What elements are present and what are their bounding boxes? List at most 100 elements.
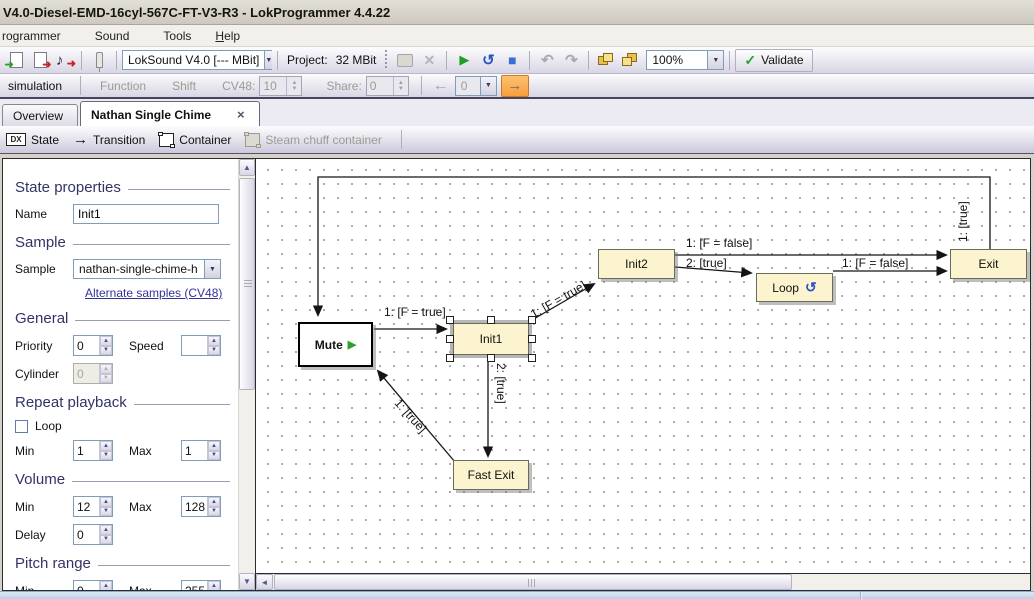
menu-programmer[interactable]: rogrammer (0, 26, 71, 46)
share-stepper: 0 ▲▼ (366, 76, 409, 96)
redo-button[interactable]: ↷ (559, 49, 583, 71)
zoom-in-button[interactable] (594, 49, 618, 71)
delay-stepper[interactable]: 0 ▲▼ (73, 524, 113, 545)
menu-help[interactable]: Help (205, 26, 250, 46)
add-container-button[interactable]: Container (159, 133, 231, 147)
close-tab-icon[interactable]: × (237, 107, 245, 122)
read-project-button[interactable]: ➜ (4, 49, 28, 71)
transition-label-init2-exit[interactable]: 1: [F = false] (686, 236, 752, 250)
speed-stepper[interactable]: ▲▼ (181, 335, 221, 356)
repeat-max-value: 1 (182, 441, 207, 460)
transition-label-init2-loop[interactable]: 2: [true] (686, 256, 727, 270)
loop-play-button[interactable]: ↺ (476, 49, 500, 71)
scroll-up-icon[interactable]: ▲ (239, 159, 255, 176)
chevron-down-icon[interactable]: ▼ (707, 51, 723, 69)
repeat-max-stepper[interactable]: 1 ▲▼ (181, 440, 221, 461)
stepper-arrows-icon[interactable]: ▲▼ (99, 336, 112, 355)
cv48-label: CV48: (218, 79, 259, 93)
function-label: Function (96, 79, 150, 93)
resize-handle[interactable] (446, 335, 454, 343)
transition-label-init1-fastexit[interactable]: 2: [true] (494, 363, 508, 404)
play-button[interactable]: ▶ (452, 49, 476, 71)
volume-min-value: 12 (74, 497, 99, 516)
decoder-type-value: LokSound V4.0 [--- MBit] (123, 53, 264, 67)
play-icon: ▶ (348, 338, 356, 351)
step-forward-button[interactable]: → (501, 75, 529, 97)
stepper-arrows-icon[interactable]: ▲▼ (99, 525, 112, 544)
scroll-down-icon[interactable]: ▼ (239, 573, 255, 590)
transition-label-exit-mute[interactable]: 1: [true] (956, 201, 970, 242)
scrollbar-thumb[interactable] (274, 574, 792, 590)
chevron-down-icon[interactable]: ▼ (204, 260, 220, 278)
undo-button[interactable]: ↶ (535, 49, 559, 71)
stop-button[interactable]: ■ (500, 49, 524, 71)
resize-handle[interactable] (487, 316, 495, 324)
state-node-exit[interactable]: Exit (950, 249, 1027, 279)
menu-tools[interactable]: Tools (153, 26, 201, 46)
state-node-init1[interactable]: Init1 (453, 323, 529, 355)
alternate-samples-link[interactable]: Alternate samples (CV48) (85, 286, 222, 300)
repeat-min-stepper[interactable]: 1 ▲▼ (73, 440, 113, 461)
scroll-left-icon[interactable]: ◄ (256, 574, 273, 590)
canvas-h-scrollbar[interactable]: ◄ (256, 573, 1030, 590)
decoder-type-combo[interactable]: LokSound V4.0 [--- MBit] ▼ (122, 50, 272, 70)
resize-handle[interactable] (446, 354, 454, 362)
state-properties-panel: State properties Name Sample Sample nath… (3, 159, 238, 590)
toolbar-separator (588, 51, 589, 70)
diagram-canvas[interactable]: 1: [true] 1: [F = true] 1: [F = true] 1:… (256, 159, 1030, 573)
resize-handle[interactable] (528, 316, 536, 324)
tab-overview[interactable]: Overview (2, 104, 78, 126)
zoom-level-combo[interactable]: 100% ▼ (646, 50, 724, 70)
resize-handle[interactable] (487, 354, 495, 362)
stepper-arrows-icon[interactable]: ▲▼ (207, 497, 220, 516)
loop-icon: ↺ (805, 279, 817, 296)
validate-button[interactable]: ✓ Validate (735, 49, 812, 72)
transition-label-loop-exit[interactable]: 1: [F = false] (842, 256, 908, 270)
menu-sound[interactable]: Sound (85, 26, 140, 46)
pitch-min-stepper[interactable]: 0 ▲▼ (73, 580, 113, 590)
scrollbar-thumb[interactable] (239, 178, 255, 390)
write-sound-button[interactable]: ♪➜ (52, 49, 76, 71)
volume-min-stepper[interactable]: 12 ▲▼ (73, 496, 113, 517)
loop-checkbox[interactable] (15, 420, 28, 433)
add-state-button[interactable]: DX State (6, 133, 59, 147)
step-combo-disabled: 0 ▼ (455, 76, 497, 96)
resize-handle[interactable] (446, 316, 454, 324)
chevron-down-icon[interactable]: ▼ (264, 51, 272, 69)
state-node-loop[interactable]: Loop ↺ (756, 273, 833, 302)
loop-label: Loop (35, 419, 62, 433)
state-node-fast-exit[interactable]: Fast Exit (453, 460, 529, 490)
stepper-arrows-icon[interactable]: ▲▼ (207, 441, 220, 460)
toolbar-separator (446, 51, 447, 70)
resize-handle[interactable] (528, 335, 536, 343)
stepper-arrows-icon[interactable]: ▲▼ (99, 497, 112, 516)
section-title: General (15, 310, 68, 327)
sample-combo[interactable]: nathan-single-chime-h ▼ (73, 259, 221, 279)
connection-button[interactable] (87, 49, 111, 71)
toolbar-separator (401, 130, 402, 149)
toolbar-grip[interactable] (384, 50, 389, 70)
read-icon: ➜ (10, 52, 23, 68)
state-node-init2[interactable]: Init2 (598, 249, 675, 279)
sound-write-icon: ♪➜ (56, 52, 72, 68)
stepper-arrows-icon[interactable]: ▲▼ (207, 581, 220, 590)
stepper-arrows-icon[interactable]: ▲▼ (207, 336, 220, 355)
panel-scrollbar[interactable]: ▲ ▼ (238, 159, 255, 590)
stepper-arrows-icon[interactable]: ▲▼ (99, 581, 112, 590)
resize-handle[interactable] (528, 354, 536, 362)
transition-label-mute-init1[interactable]: 1: [F = true] (384, 305, 446, 319)
pitch-max-stepper[interactable]: 255 ▲▼ (181, 580, 221, 590)
pitch-max-value: 255 (182, 581, 207, 590)
write-project-button[interactable]: ➜ (28, 49, 52, 71)
add-transition-button[interactable]: → Transition (73, 131, 145, 148)
state-node-mute[interactable]: Mute ▶ (298, 322, 373, 367)
arrow-right-icon: → (507, 77, 522, 94)
stepper-arrows-icon[interactable]: ▲▼ (99, 441, 112, 460)
volume-max-stepper[interactable]: 128 ▲▼ (181, 496, 221, 517)
priority-stepper[interactable]: 0 ▲▼ (73, 335, 113, 356)
share-label: Share: (322, 79, 365, 93)
name-input[interactable] (73, 204, 219, 224)
sample-label: Sample (15, 262, 73, 276)
tab-nathan-single-chime[interactable]: Nathan Single Chime × (80, 101, 260, 126)
zoom-out-button[interactable] (618, 49, 642, 71)
